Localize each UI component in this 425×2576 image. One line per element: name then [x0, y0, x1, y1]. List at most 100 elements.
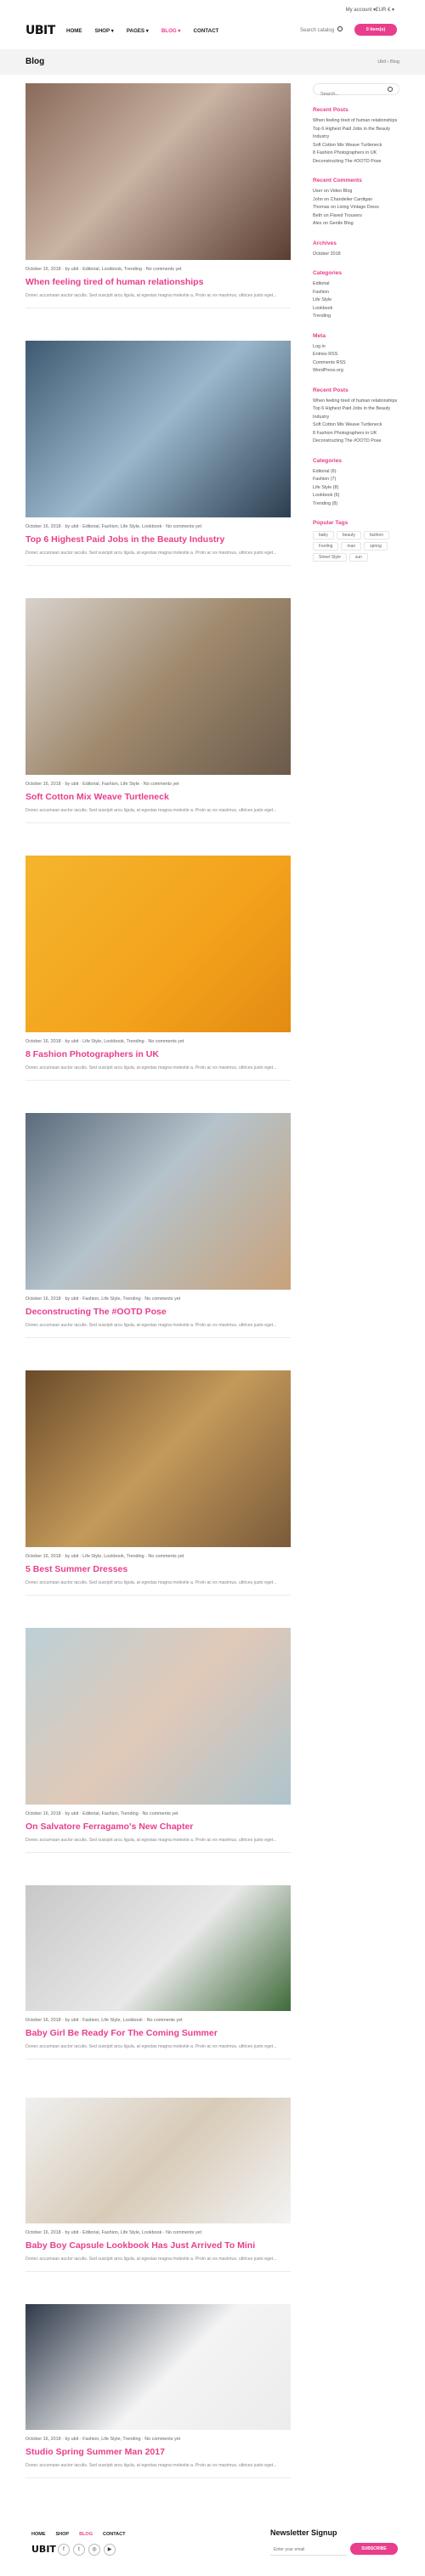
meta-link[interactable]: Log in: [313, 343, 400, 352]
tag-link[interactable]: fashion: [363, 531, 389, 539]
category-link[interactable]: Life Style (8): [313, 484, 400, 493]
post-meta: October 16, 2018 · by ubit · Editorial, …: [26, 782, 179, 787]
widget-title-recent-posts-2: Recent Posts: [313, 387, 348, 393]
post-meta: October 16, 2018 · by ubit · Editorial, …: [26, 267, 182, 272]
sidebar-search-input[interactable]: [314, 89, 382, 99]
post-thumbnail[interactable]: [26, 83, 291, 260]
post-thumbnail[interactable]: [26, 598, 291, 775]
subscribe-button[interactable]: SUBSCRIBE: [350, 2543, 398, 2555]
nav-pages[interactable]: PAGES ▾: [127, 28, 149, 34]
meta-link[interactable]: Entries RSS: [313, 351, 400, 359]
tag-link[interactable]: baby: [313, 531, 334, 539]
post-title[interactable]: When feeling tired of human relationship…: [26, 277, 291, 287]
post-thumbnail[interactable]: [26, 1628, 291, 1805]
category-link[interactable]: Trending: [313, 313, 400, 321]
post-title[interactable]: Deconstructing The #OOTD Pose: [26, 1307, 291, 1317]
category-link[interactable]: Life Style: [313, 297, 400, 305]
post-meta: October 16, 2018 · by ubit · Life Style,…: [26, 1554, 184, 1559]
recent-comment-link[interactable]: Beth on Flared Trousers: [313, 212, 400, 221]
post-title[interactable]: 8 Fashion Photographers in UK: [26, 1049, 291, 1059]
recent-post-link[interactable]: 8 Fashion Photographers in UK: [313, 150, 400, 158]
recent-comments-list: User on Video Blog John on Chandelier Car…: [313, 188, 400, 229]
facebook-icon[interactable]: f: [58, 2544, 70, 2556]
tag-link[interactable]: beauty: [336, 531, 361, 539]
tag-link[interactable]: man: [341, 542, 362, 551]
tag-link[interactable]: spring: [364, 542, 388, 551]
category-link[interactable]: Lookbook (6): [313, 492, 400, 500]
recent-comment-link[interactable]: User on Video Blog: [313, 188, 400, 196]
footer-nav-shop[interactable]: SHOP: [56, 2532, 70, 2537]
recent-post-link[interactable]: Top 6 Highest Paid Jobs in the Beauty In…: [313, 126, 400, 142]
currency-dropdown[interactable]: EUR € ▾: [376, 7, 394, 13]
youtube-icon[interactable]: ▶: [104, 2544, 116, 2556]
twitter-icon[interactable]: t: [73, 2544, 85, 2556]
post-thumbnail[interactable]: [26, 2098, 291, 2223]
nav-home[interactable]: HOME: [66, 28, 82, 34]
categories-list-2: Editorial (6) Fashion (7) Life Style (8) Lo…: [313, 468, 400, 509]
recent-post-link[interactable]: Deconstructing The #OOTD Pose: [313, 438, 400, 446]
post-divider: [26, 822, 291, 823]
recent-post-link[interactable]: Soft Cotton Mix Weave Turtleneck: [313, 142, 400, 150]
meta-link[interactable]: Comments RSS: [313, 359, 400, 368]
category-link[interactable]: Trending (8): [313, 500, 400, 509]
recent-comment-link[interactable]: Alex on Gentle Blog: [313, 220, 400, 229]
post-divider: [26, 2477, 291, 2478]
widget-title-archives: Archives: [313, 240, 337, 246]
nav-shop[interactable]: SHOP ▾: [95, 28, 114, 34]
category-link[interactable]: Lookbook: [313, 305, 400, 314]
footer-nav-home[interactable]: HOME: [31, 2532, 46, 2537]
tag-link[interactable]: Street Style: [313, 553, 347, 562]
category-link[interactable]: Editorial (6): [313, 468, 400, 477]
recent-post-link[interactable]: 8 Fashion Photographers in UK: [313, 430, 400, 438]
recent-post-link[interactable]: When feeling tired of human relationship…: [313, 398, 400, 406]
recent-comment-link[interactable]: Thomas on Living Vintage Dress: [313, 204, 400, 212]
widget-title-tags: Popular Tags: [313, 520, 348, 526]
post-title[interactable]: 5 Best Summer Dresses: [26, 1564, 291, 1574]
archive-link[interactable]: October 2018: [313, 251, 400, 259]
footer-logo[interactable]: UBIT: [31, 2544, 56, 2555]
newsletter-email-input[interactable]: [270, 2544, 347, 2556]
footer-nav-blog[interactable]: BLOG: [79, 2532, 93, 2537]
blog-post: October 16, 2018 · by ubit · Editorial, …: [26, 1628, 291, 1853]
category-link[interactable]: Editorial: [313, 280, 400, 289]
tag-link[interactable]: sun: [348, 553, 368, 562]
post-thumbnail[interactable]: [26, 1370, 291, 1547]
recent-post-link[interactable]: Deconstructing The #OOTD Pose: [313, 158, 400, 167]
footer-nav-contact[interactable]: CONTACT: [103, 2532, 125, 2537]
post-thumbnail[interactable]: [26, 2304, 291, 2430]
instagram-icon[interactable]: ◎: [88, 2544, 100, 2556]
search-icon[interactable]: [388, 87, 393, 92]
my-account-dropdown[interactable]: My account ▾: [346, 7, 376, 13]
nav-contact[interactable]: CONTACT: [194, 28, 219, 34]
post-title[interactable]: Top 6 Highest Paid Jobs in the Beauty In…: [26, 534, 291, 545]
post-thumbnail[interactable]: [26, 341, 291, 517]
category-link[interactable]: Fashion (7): [313, 476, 400, 484]
tag-link[interactable]: Feeling: [313, 542, 339, 551]
post-title[interactable]: Baby Girl Be Ready For The Coming Summer: [26, 2028, 291, 2038]
post-thumbnail[interactable]: [26, 856, 291, 1032]
post-title[interactable]: Soft Cotton Mix Weave Turtleneck: [26, 792, 291, 802]
social-links: f t ◎ ▶: [58, 2544, 116, 2556]
page-title: Blog: [26, 57, 45, 66]
recent-post-link[interactable]: When feeling tired of human relationship…: [313, 117, 400, 126]
post-thumbnail[interactable]: [26, 1885, 291, 2011]
post-title[interactable]: On Salvatore Ferragamo's New Chapter: [26, 1822, 291, 1832]
nav-blog[interactable]: BLOG ▾: [162, 28, 181, 34]
site-logo[interactable]: UBIT: [26, 24, 55, 37]
meta-link[interactable]: WordPress.org: [313, 367, 400, 376]
recent-post-link[interactable]: Soft Cotton Mix Weave Turtleneck: [313, 421, 400, 430]
widget-title-categories: Categories: [313, 270, 343, 276]
recent-comment-link[interactable]: John on Chandelier Cardigan: [313, 196, 400, 205]
breadcrumb[interactable]: Ubit › Blog: [377, 59, 400, 65]
post-meta: October 16, 2018 · by ubit · Life Style,…: [26, 1039, 184, 1044]
post-thumbnail[interactable]: [26, 1113, 291, 1290]
blog-post: October 16, 2018 · by ubit · Editorial, …: [26, 2098, 291, 2272]
recent-post-link[interactable]: Top 6 Highest Paid Jobs in the Beauty In…: [313, 405, 400, 421]
header-search[interactable]: Search catalog: [300, 28, 334, 33]
post-title[interactable]: Studio Spring Summer Man 2017: [26, 2447, 291, 2457]
category-link[interactable]: Fashion: [313, 289, 400, 297]
post-title[interactable]: Baby Boy Capsule Lookbook Has Just Arriv…: [26, 2240, 291, 2251]
post-divider: [26, 1080, 291, 1081]
search-icon[interactable]: [337, 26, 343, 31]
cart-button[interactable]: 0 item(s): [354, 24, 397, 36]
